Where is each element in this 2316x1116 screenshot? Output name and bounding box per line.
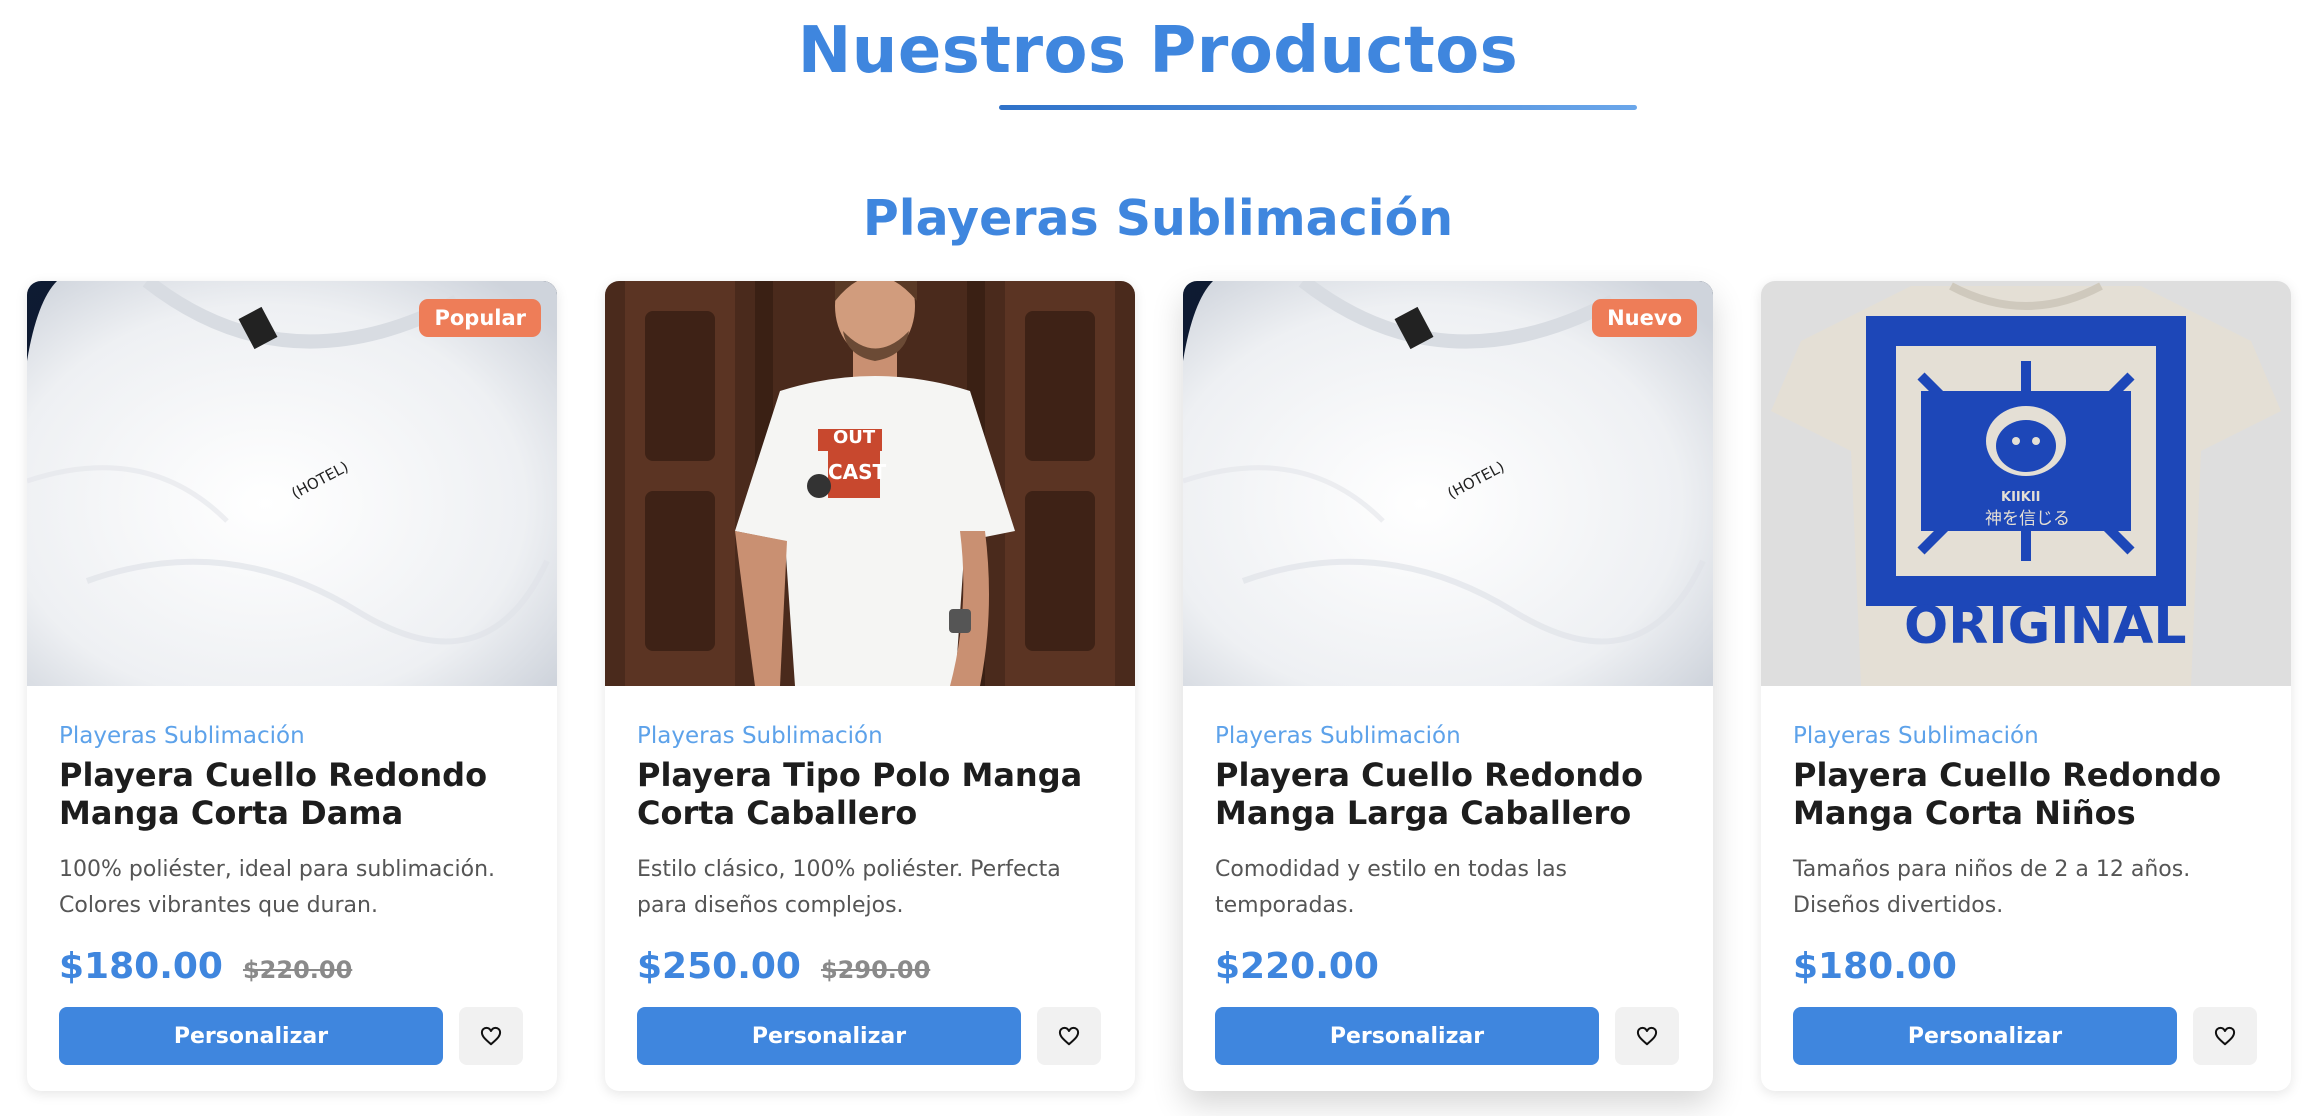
shirt-print-jp: 神を信じる: [1985, 509, 2070, 529]
product-name[interactable]: Playera Cuello Redondo Manga Corta Dama: [59, 756, 525, 832]
product-name[interactable]: Playera Cuello Redondo Manga Corta Niños: [1793, 756, 2259, 832]
product-name[interactable]: Playera Tipo Polo Manga Corta Caballero: [637, 756, 1103, 832]
product-category[interactable]: Playeras Sublimación: [637, 721, 1103, 751]
product-image[interactable]: KIIKII 神を信じる ORIGINAL: [1761, 281, 2291, 686]
product-old-price: $290.00: [820, 956, 931, 984]
product-image[interactable]: (HOTEL) Nuevo: [1183, 281, 1713, 686]
customize-button[interactable]: Personalizar: [1793, 1007, 2177, 1065]
product-image[interactable]: OUT CAST: [605, 281, 1135, 686]
favorite-button[interactable]: [1037, 1007, 1101, 1065]
product-card: (HOTEL) Popular Playeras Sublimación Pla…: [27, 281, 557, 1091]
customize-button[interactable]: Personalizar: [59, 1007, 443, 1065]
shirt-print-original: ORIGINAL: [1904, 596, 2187, 656]
product-price: $180.00: [59, 946, 223, 987]
product-card: KIIKII 神を信じる ORIGINAL Playeras Sublimaci…: [1761, 281, 2291, 1091]
white-tshirt-image: (HOTEL): [27, 281, 557, 686]
product-price: $180.00: [1793, 946, 1957, 987]
product-price: $220.00: [1215, 946, 1379, 987]
shirt-print-small: KIIKII: [2001, 490, 2041, 505]
product-description: 100% poliéster, ideal para sublimación. …: [59, 857, 496, 918]
favorite-button[interactable]: [1615, 1007, 1679, 1065]
page-title: Nuestros Productos: [797, 14, 1519, 88]
heart-icon: [2214, 1026, 2236, 1046]
product-category[interactable]: Playeras Sublimación: [1215, 721, 1681, 751]
heart-icon: [1058, 1026, 1080, 1046]
kids-tshirt-image: KIIKII 神を信じる ORIGINAL: [1761, 281, 2291, 686]
product-category[interactable]: Playeras Sublimación: [59, 721, 525, 751]
product-name[interactable]: Playera Cuello Redondo Manga Larga Cabal…: [1215, 756, 1681, 832]
product-card: (HOTEL) Nuevo Playeras Sublimación Playe…: [1183, 281, 1713, 1091]
product-old-price: $220.00: [242, 956, 353, 984]
section-title: Playeras Sublimación: [862, 190, 1454, 247]
heart-icon: [480, 1026, 502, 1046]
product-image[interactable]: (HOTEL) Popular: [27, 281, 557, 686]
product-price: $250.00: [637, 946, 801, 987]
customize-button[interactable]: Personalizar: [637, 1007, 1021, 1065]
product-grid: (HOTEL) Popular Playeras Sublimación Pla…: [27, 281, 2291, 1091]
favorite-button[interactable]: [2193, 1007, 2257, 1065]
shirt-print-out: OUT: [833, 427, 876, 448]
product-category[interactable]: Playeras Sublimación: [1793, 721, 2259, 751]
shirt-print-cast: CAST: [828, 460, 887, 484]
white-tshirt-image: (HOTEL): [1183, 281, 1713, 686]
product-description: Comodidad y estilo en todas las temporad…: [1215, 857, 1568, 918]
customize-button[interactable]: Personalizar: [1215, 1007, 1599, 1065]
favorite-button[interactable]: [459, 1007, 523, 1065]
product-description: Estilo clásico, 100% poliéster. Perfecta…: [637, 857, 1061, 918]
man-in-tshirt-image: OUT CAST: [605, 281, 1135, 686]
popular-badge: Popular: [419, 299, 541, 337]
product-card: OUT CAST Playeras Sublimación Playera Ti…: [605, 281, 1135, 1091]
new-badge: Nuevo: [1592, 299, 1697, 337]
heart-icon: [1636, 1026, 1658, 1046]
product-description: Tamaños para niños de 2 a 12 años. Diseñ…: [1793, 857, 2191, 918]
title-underline: [999, 105, 1637, 110]
